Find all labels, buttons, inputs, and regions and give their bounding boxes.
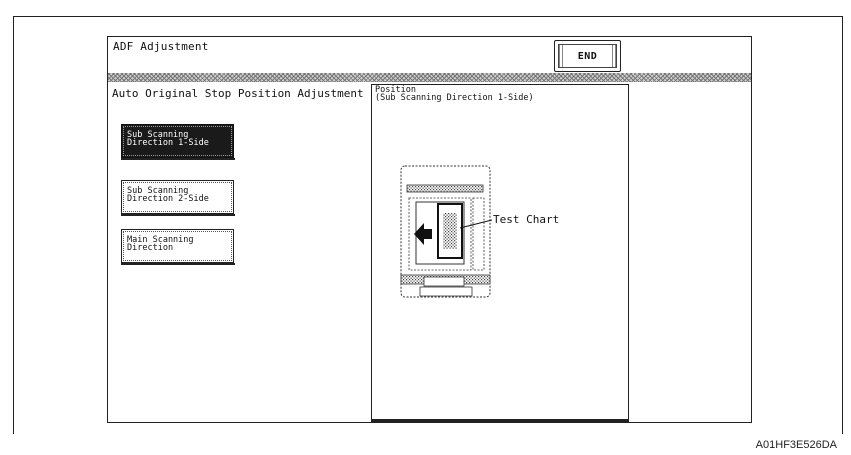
test-chart-label: Test Chart xyxy=(493,213,560,226)
end-button[interactable]: END xyxy=(554,40,621,72)
adf-position-diagram xyxy=(400,165,492,298)
adf-adjustment-screen: ADF Adjustment END Auto Original Stop Po… xyxy=(107,36,752,423)
end-button-label: END xyxy=(577,50,598,62)
option-sub-scanning-1-side-button[interactable]: Sub Scanning Direction 1-Side xyxy=(121,124,235,160)
option-label-line2: Direction 1-Side xyxy=(127,138,209,148)
document-id: A01HF3E526DA xyxy=(755,439,837,451)
option-label-line2: Direction xyxy=(127,243,174,253)
option-sub-scanning-2-side-button[interactable]: Sub Scanning Direction 2-Side xyxy=(121,180,235,216)
screen-title: ADF Adjustment xyxy=(113,40,209,53)
option-main-scanning-button[interactable]: Main Scanning Direction xyxy=(121,229,235,265)
position-panel-title-line2: (Sub Scanning Direction 1-Side) xyxy=(375,93,534,103)
option-label-line2: Direction 2-Side xyxy=(127,194,209,204)
position-panel: Position (Sub Scanning Direction 1-Side) xyxy=(371,84,629,422)
panel-bottom-bar xyxy=(371,419,629,422)
position-panel-title: Position (Sub Scanning Direction 1-Side) xyxy=(375,86,534,103)
section-heading: Auto Original Stop Position Adjustment xyxy=(112,87,364,100)
title-divider xyxy=(108,73,751,82)
